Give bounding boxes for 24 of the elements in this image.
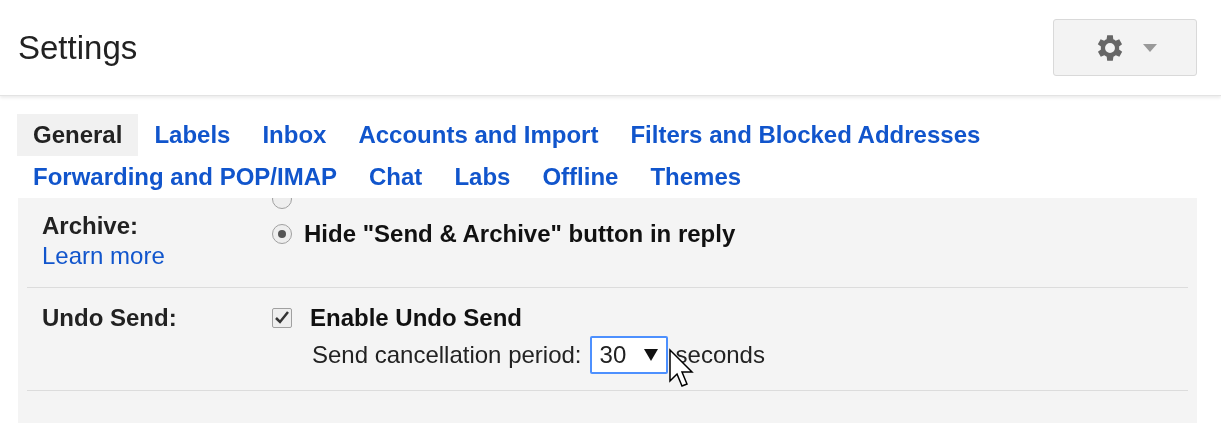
period-select[interactable]: 30: [589, 336, 668, 374]
tab[interactable]: Filters and Blocked Addresses: [614, 114, 997, 156]
tab[interactable]: Themes: [634, 156, 758, 198]
caret-icon: [1143, 43, 1157, 52]
tab[interactable]: General: [17, 114, 139, 156]
checkbox[interactable]: [272, 308, 292, 328]
learn-more-link[interactable]: Learn more: [42, 242, 165, 269]
radio-button[interactable]: [272, 223, 292, 244]
page-title: Settings: [18, 27, 138, 68]
setting-label: Undo Send:: [42, 303, 178, 333]
tab[interactable]: Labs: [438, 156, 527, 198]
tab[interactable]: Accounts and Import: [342, 114, 615, 156]
settings-button[interactable]: [1053, 19, 1197, 76]
unit-label: seconds: [675, 340, 765, 370]
setting-label: Archive:: [42, 211, 140, 241]
tab[interactable]: Chat: [353, 156, 439, 198]
tab[interactable]: Labels: [138, 114, 247, 156]
tab[interactable]: Inbox: [246, 114, 343, 156]
tab[interactable]: Forwarding and POP/IMAP: [17, 156, 354, 198]
option-label: Hide "Send & Archive" button in reply: [304, 219, 736, 249]
caret-icon: [643, 349, 658, 361]
period-label: Send cancellation period:: [312, 340, 582, 370]
tab[interactable]: Offline: [526, 156, 635, 198]
option-label: Enable Undo Send: [310, 303, 522, 333]
